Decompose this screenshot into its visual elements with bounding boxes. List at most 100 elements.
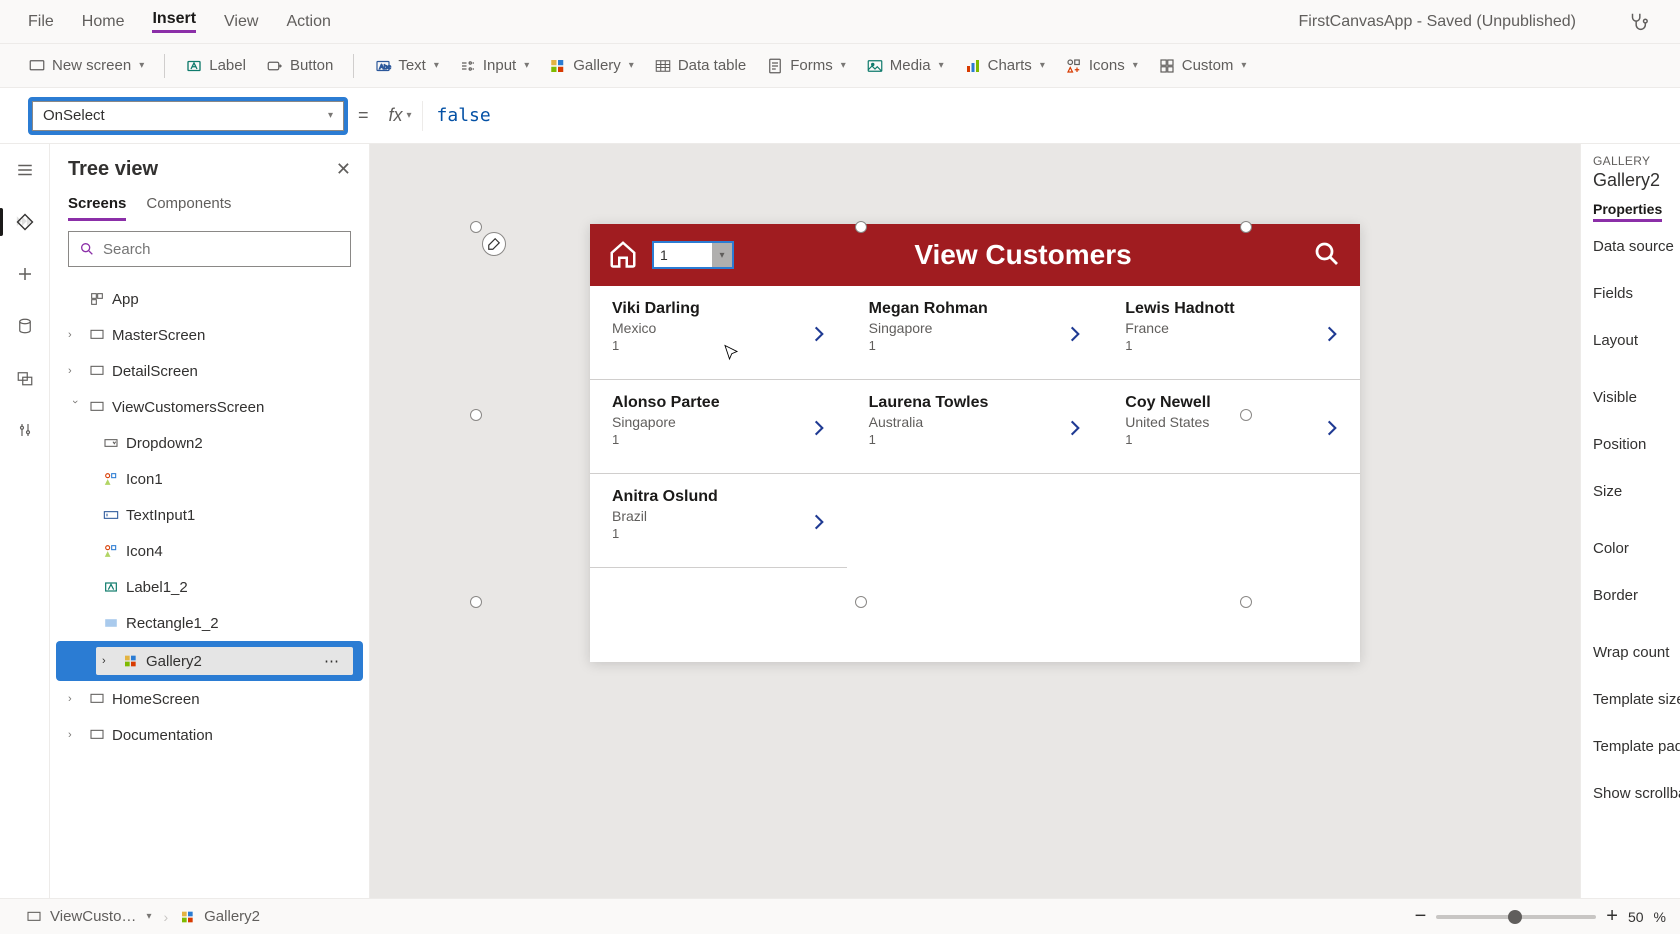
advanced-tools-icon[interactable]	[13, 418, 37, 442]
tab-properties[interactable]: Properties	[1593, 201, 1662, 222]
equals-sign: =	[358, 105, 369, 126]
top-menu-bar: File Home Insert View Action FirstCanvas…	[0, 0, 1680, 44]
tree-view-panel: Tree view ✕ Screens Components App › Mas…	[50, 144, 370, 898]
gallery-icon	[122, 652, 140, 670]
text-input-icon	[102, 506, 120, 524]
data-icon[interactable]	[13, 314, 37, 338]
forms-dropdown[interactable]: Forms▾	[766, 57, 846, 75]
tree-label: MasterScreen	[112, 327, 205, 344]
tree-node-detail[interactable]: › DetailScreen	[50, 353, 369, 389]
tree-node-gallery2[interactable]: › Gallery2 ⋯	[56, 641, 363, 681]
tree-node-viewcustomers[interactable]: › ViewCustomersScreen	[50, 389, 369, 425]
zoom-out-button[interactable]: −	[1415, 905, 1427, 928]
tree-label: Label1_2	[126, 579, 188, 596]
property-selector[interactable]: OnSelect ▾	[32, 101, 344, 131]
tree-node-icon4[interactable]: Icon4	[50, 533, 369, 569]
icons-dropdown[interactable]: Icons▾	[1065, 57, 1138, 75]
zoom-slider[interactable]	[1436, 915, 1596, 919]
property-row[interactable]: Border	[1593, 587, 1680, 604]
selection-name: Gallery2	[1593, 170, 1680, 191]
property-row[interactable]: Fields	[1593, 285, 1680, 302]
chevron-right-icon[interactable]	[1322, 418, 1342, 444]
fx-button[interactable]: fx▾	[379, 101, 423, 131]
tree-node-app[interactable]: App	[50, 281, 369, 317]
close-icon[interactable]: ✕	[336, 159, 351, 180]
tree-node-master[interactable]: › MasterScreen	[50, 317, 369, 353]
screen-icon	[88, 326, 106, 344]
menu-file[interactable]: File	[28, 13, 54, 31]
template-edit-icon[interactable]	[482, 232, 506, 256]
text-dropdown[interactable]: Abc Text▾	[374, 57, 439, 75]
tree-node-icon1[interactable]: Icon1	[50, 461, 369, 497]
property-row[interactable]: Position	[1593, 436, 1680, 453]
gallery-dropdown[interactable]: Gallery▾	[549, 57, 634, 75]
icons-dd-label: Icons	[1089, 57, 1125, 74]
tree-node-homescreen[interactable]: › HomeScreen	[50, 681, 369, 717]
app-title: FirstCanvasApp - Saved (Unpublished)	[1299, 13, 1576, 31]
formula-input[interactable]	[423, 90, 1680, 142]
canvas-area[interactable]: 1 ▾ View Customers Viki Darling Mexico 1…	[370, 144, 1580, 898]
more-options-icon[interactable]: ⋯	[324, 652, 339, 670]
property-row[interactable]: Visible	[1593, 389, 1680, 406]
tree-node-rectangle1-2[interactable]: Rectangle1_2	[50, 605, 369, 641]
property-row[interactable]: Color	[1593, 540, 1680, 557]
cursor-icon	[722, 344, 740, 367]
button-button[interactable]: Button	[266, 57, 333, 75]
screen-icon	[88, 362, 106, 380]
breadcrumb-gallery[interactable]: Gallery2	[180, 908, 260, 925]
button-btn-label: Button	[290, 57, 333, 74]
label-button[interactable]: Label	[185, 57, 246, 75]
tab-screens[interactable]: Screens	[68, 195, 126, 221]
chevron-right-icon[interactable]	[1322, 324, 1342, 350]
add-icon[interactable]	[13, 262, 37, 286]
zoom-value: 50	[1628, 909, 1644, 925]
media-dropdown[interactable]: Media▾	[866, 57, 944, 75]
tree-label: Gallery2	[146, 653, 202, 670]
charts-dropdown[interactable]: Charts▾	[964, 57, 1045, 75]
tree-label: ViewCustomersScreen	[112, 399, 264, 416]
custom-dropdown[interactable]: Custom▾	[1158, 57, 1247, 75]
tree-search-input[interactable]	[103, 241, 340, 258]
tab-components[interactable]: Components	[146, 195, 231, 221]
new-screen-button[interactable]: New screen▾	[28, 57, 144, 75]
property-row[interactable]: Wrap count	[1593, 644, 1680, 661]
property-row[interactable]: Template padd	[1593, 738, 1680, 755]
tree-node-textinput1[interactable]: TextInput1	[50, 497, 369, 533]
app-icon	[88, 290, 106, 308]
property-row[interactable]: Show scrollba	[1593, 785, 1680, 802]
tree-view-icon[interactable]	[13, 210, 37, 234]
property-row[interactable]: Data source	[1593, 238, 1680, 255]
data-table-button[interactable]: Data table	[654, 57, 746, 75]
selection-outline	[476, 227, 1246, 602]
chevron-right-icon: ›	[68, 693, 82, 705]
chevron-right-icon: ›	[102, 655, 116, 667]
forms-dd-label: Forms	[790, 57, 833, 74]
custom-dd-label: Custom	[1182, 57, 1234, 74]
diagnostics-icon[interactable]	[1624, 8, 1652, 36]
input-dropdown[interactable]: Input▾	[459, 57, 529, 75]
tree-label: App	[112, 291, 139, 308]
label-icon	[102, 578, 120, 596]
icon-control-icon	[102, 542, 120, 560]
tree-node-documentation[interactable]: › Documentation	[50, 717, 369, 753]
menu-view[interactable]: View	[224, 13, 258, 31]
breadcrumb-screen[interactable]: ViewCusto… ▾	[26, 908, 151, 925]
menu-insert[interactable]: Insert	[152, 10, 196, 33]
text-dd-label: Text	[398, 57, 426, 74]
screen-icon	[88, 726, 106, 744]
property-row[interactable]: Template size	[1593, 691, 1680, 708]
hamburger-icon[interactable]	[13, 158, 37, 182]
media-panel-icon[interactable]	[13, 366, 37, 390]
property-row[interactable]: Size	[1593, 483, 1680, 500]
property-row[interactable]: Layout	[1593, 332, 1680, 349]
menu-home[interactable]: Home	[82, 13, 125, 31]
tree-node-label1-2[interactable]: Label1_2	[50, 569, 369, 605]
menu-action[interactable]: Action	[286, 13, 330, 31]
left-rail	[0, 144, 50, 898]
tree-node-dropdown2[interactable]: Dropdown2	[50, 425, 369, 461]
tree-search-box[interactable]	[68, 231, 351, 267]
zoom-in-button[interactable]: +	[1606, 905, 1618, 928]
tree-list: App › MasterScreen › DetailScreen › View…	[50, 277, 369, 898]
icon-control-icon	[102, 470, 120, 488]
search-icon[interactable]	[1312, 239, 1342, 272]
